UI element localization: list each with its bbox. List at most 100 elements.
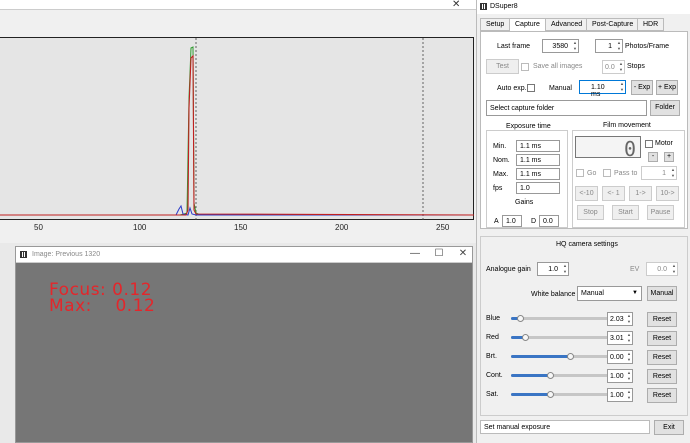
maximize-icon[interactable]: ☐ bbox=[432, 248, 446, 259]
spin-arrows-icon[interactable]: ▲ ▼ bbox=[627, 370, 631, 382]
slider-value-spinbox[interactable]: 0.00 ▲ ▼ bbox=[607, 350, 633, 364]
image-preview-window: Image: Previous 1320 — ☐ ✕ Focus: 0.12 M… bbox=[15, 246, 473, 443]
x-tick-label: 150 bbox=[234, 223, 248, 232]
tab-hdr[interactable]: HDR bbox=[637, 18, 665, 31]
spin-arrows-icon[interactable]: ▲ ▼ bbox=[617, 40, 621, 52]
close-icon[interactable]: ✕ bbox=[452, 0, 460, 10]
spin-arrows-icon[interactable]: ▲ ▼ bbox=[620, 81, 624, 93]
tab-advanced[interactable]: Advanced bbox=[545, 18, 589, 31]
nom-exposure-field[interactable]: 1.1 ms bbox=[516, 154, 560, 166]
green-channel-line bbox=[0, 46, 474, 216]
spin-arrows-icon[interactable]: ▲ ▼ bbox=[627, 389, 631, 401]
stops-spinbox[interactable]: 0.0 ▲ ▼ bbox=[602, 60, 625, 74]
manual-exposure-label: Manual bbox=[549, 85, 572, 92]
slider-value-spinbox[interactable]: 2.03 ▲ ▼ bbox=[607, 312, 633, 326]
auto-exp-checkbox[interactable] bbox=[527, 84, 535, 92]
analogue-gain-spinbox[interactable]: 1.0 ▲ ▼ bbox=[537, 262, 569, 276]
stops-value: 0.0 bbox=[605, 64, 615, 71]
tab-setup[interactable]: Setup bbox=[480, 18, 511, 31]
white-balance-select[interactable]: Manual ▼ bbox=[577, 286, 642, 301]
motor-minus-button[interactable]: - bbox=[648, 152, 658, 162]
slider-value-spinbox[interactable]: 1.00 ▲ ▼ bbox=[607, 388, 633, 402]
slider-reset-button[interactable]: Reset bbox=[647, 350, 677, 365]
spin-arrows-icon[interactable]: ▲ ▼ bbox=[627, 313, 631, 325]
slider-reset-button[interactable]: Reset bbox=[647, 388, 677, 403]
back-1-button[interactable]: <- 1 bbox=[602, 186, 625, 201]
auto-exp-label: Auto exp. bbox=[497, 85, 527, 92]
slider-handle[interactable] bbox=[567, 353, 574, 360]
ev-spinbox[interactable]: 0.0 ▲ ▼ bbox=[646, 262, 678, 276]
tab-post-capture[interactable]: Post-Capture bbox=[586, 18, 640, 31]
chevron-down-icon[interactable]: ▼ bbox=[632, 290, 638, 296]
minimize-icon[interactable]: — bbox=[408, 248, 422, 259]
slider-label: Blue bbox=[486, 315, 501, 322]
analogue-gain-label: Analogue gain bbox=[486, 266, 531, 273]
slider-reset-button[interactable]: Reset bbox=[647, 369, 677, 384]
spin-arrows-icon[interactable]: ▲ ▼ bbox=[563, 263, 567, 275]
motor-plus-button[interactable]: + bbox=[664, 152, 674, 162]
increase-exposure-button[interactable]: + Exp bbox=[656, 80, 678, 95]
manual-exposure-spinbox[interactable]: 1.10 ms ▲ ▼ bbox=[579, 80, 626, 98]
exit-button[interactable]: Exit bbox=[654, 420, 684, 435]
save-all-images-checkbox[interactable] bbox=[521, 63, 529, 71]
spin-arrows-icon[interactable]: ▲ ▼ bbox=[672, 263, 676, 275]
slider-value-spinbox[interactable]: 3.01 ▲ ▼ bbox=[607, 331, 633, 345]
spin-arrows-icon[interactable]: ▲ ▼ bbox=[627, 332, 631, 344]
analog-gain-label: A bbox=[494, 218, 499, 225]
forward-1-button[interactable]: 1-> bbox=[629, 186, 652, 201]
spin-arrows-icon[interactable]: ▲ ▼ bbox=[627, 351, 631, 363]
back-10-button[interactable]: <-10 bbox=[575, 186, 598, 201]
close-icon[interactable]: ✕ bbox=[456, 248, 470, 259]
histogram-titlebar: ✕ bbox=[0, 0, 478, 10]
slider-handle[interactable] bbox=[546, 372, 554, 379]
max-exposure-label: Max. bbox=[493, 171, 509, 178]
x-tick-label: 200 bbox=[335, 223, 349, 232]
ev-value: 0.0 bbox=[657, 266, 667, 273]
x-tick-label: 250 bbox=[436, 223, 450, 232]
image-window-titlebar: Image: Previous 1320 — ☐ ✕ bbox=[16, 247, 472, 263]
max-exposure-field[interactable]: 1.1 ms bbox=[516, 168, 560, 180]
stop-button[interactable]: Stop bbox=[577, 205, 604, 220]
dsuper8-titlebar: DSuper8 bbox=[477, 0, 690, 14]
slider-value-spinbox[interactable]: 1.00 ▲ ▼ bbox=[607, 369, 633, 383]
capture-folder-field[interactable]: Select capture folder bbox=[486, 100, 647, 116]
test-button[interactable]: Test bbox=[486, 59, 519, 74]
white-balance-manual-button[interactable]: Manual bbox=[647, 286, 677, 301]
spin-arrows-icon[interactable]: ▲ ▼ bbox=[619, 61, 623, 73]
pass-to-checkbox[interactable] bbox=[603, 169, 611, 177]
digital-gain-field[interactable]: 0.0 bbox=[539, 215, 559, 227]
min-exposure-field[interactable]: 1.1 ms bbox=[516, 140, 560, 152]
save-all-images-label: Save all images bbox=[533, 63, 583, 70]
decrease-exposure-button[interactable]: - Exp bbox=[631, 80, 653, 95]
pass-to-label: Pass to bbox=[614, 170, 638, 177]
film-movement-header: Film movement bbox=[603, 122, 651, 129]
slider-value: 1.00 bbox=[610, 373, 624, 380]
photos-per-frame-spinbox[interactable]: 1 ▲ ▼ bbox=[595, 39, 623, 53]
slider-reset-button[interactable]: Reset bbox=[647, 312, 677, 327]
slider-reset-button[interactable]: Reset bbox=[647, 331, 677, 346]
spin-arrows-icon[interactable]: ▲ ▼ bbox=[573, 40, 577, 52]
slider-handle[interactable] bbox=[546, 391, 554, 398]
tab-capture[interactable]: Capture bbox=[509, 18, 546, 32]
analog-gain-field[interactable]: 1.0 bbox=[502, 215, 522, 227]
window-title: DSuper8 bbox=[490, 3, 518, 10]
pass-to-spinbox[interactable]: 1 ▲ ▼ bbox=[641, 166, 677, 180]
forward-10-button[interactable]: 10-> bbox=[656, 186, 679, 201]
folder-button[interactable]: Folder bbox=[650, 100, 680, 116]
image-window-title: Image: Previous 1320 bbox=[32, 251, 101, 258]
pause-button[interactable]: Pause bbox=[647, 205, 674, 220]
histogram-svg bbox=[0, 38, 475, 221]
motor-checkbox[interactable] bbox=[645, 140, 653, 148]
slider-label: Sat. bbox=[486, 391, 499, 398]
fps-field[interactable]: 1.0 bbox=[516, 182, 560, 194]
manual-exposure-value[interactable]: 1.10 ms bbox=[591, 84, 605, 98]
app-icon bbox=[20, 251, 27, 258]
spin-arrows-icon[interactable]: ▲ ▼ bbox=[671, 167, 675, 179]
start-button[interactable]: Start bbox=[612, 205, 639, 220]
pass-to-value: 1 bbox=[662, 170, 666, 177]
go-checkbox[interactable] bbox=[576, 169, 584, 177]
slider-fill bbox=[511, 355, 570, 358]
last-frame-value: 3580 bbox=[552, 43, 568, 50]
last-frame-spinbox[interactable]: 3580 ▲ ▼ bbox=[542, 39, 579, 53]
slider-value: 3.01 bbox=[610, 335, 624, 342]
